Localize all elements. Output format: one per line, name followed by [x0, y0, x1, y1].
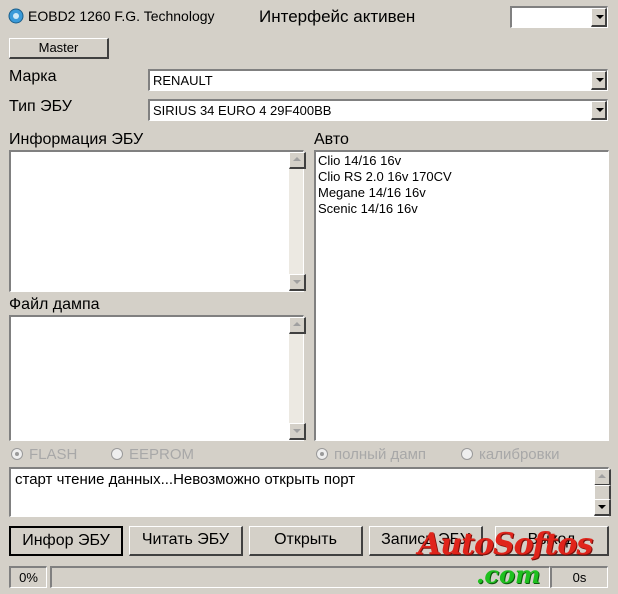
ecu-type-select[interactable]: SIRIUS 34 EURO 4 29F400BB — [148, 99, 608, 121]
list-item[interactable]: Megane 14/16 16v — [316, 185, 608, 201]
ecu-info-scrollbar[interactable] — [289, 152, 306, 291]
master-button[interactable]: Master — [9, 38, 109, 59]
interface-status: Интерфейс активен — [259, 7, 416, 26]
make-select[interactable]: RENAULT — [148, 69, 608, 91]
full-dump-radio[interactable]: полный дамп — [316, 446, 426, 463]
progress-bar — [50, 566, 550, 588]
ecu-type-label: Тип ЭБУ — [9, 98, 72, 115]
auto-list[interactable]: Clio 14/16 16v Clio RS 2.0 16v 170CV Meg… — [314, 150, 609, 441]
dump-file-textarea[interactable] — [9, 315, 306, 441]
eeprom-radio[interactable]: EEPROM — [111, 446, 194, 463]
read-ecu-button[interactable]: Читать ЭБУ — [129, 526, 243, 556]
calibration-radio[interactable]: калибровки — [461, 446, 560, 463]
scroll-up-icon[interactable] — [289, 152, 306, 169]
port-select[interactable] — [510, 6, 608, 28]
watermark-logo: AutoSoftos — [418, 527, 593, 562]
scroll-up-icon[interactable] — [594, 469, 611, 486]
app-title: EOBD2 1260 F.G. Technology — [28, 8, 215, 24]
open-button[interactable]: Открыть — [249, 526, 363, 556]
log-text: старт чтение данных...Невозможно открыть… — [15, 471, 356, 488]
scroll-up-icon[interactable] — [289, 317, 306, 334]
elapsed-time: 0s — [550, 566, 608, 588]
dump-file-scrollbar[interactable] — [289, 317, 306, 440]
scroll-down-icon[interactable] — [594, 499, 611, 516]
dump-file-label: Файл дампа — [9, 296, 100, 313]
make-value: RENAULT — [153, 73, 213, 88]
make-label: Марка — [9, 68, 57, 85]
app-icon — [8, 8, 24, 24]
ecu-info-label: Информация ЭБУ — [9, 131, 144, 148]
ecu-info-button[interactable]: Инфор ЭБУ — [9, 526, 123, 556]
watermark-domain: .com — [476, 560, 541, 589]
radio-icon — [316, 448, 328, 460]
chevron-down-icon[interactable] — [591, 101, 607, 120]
progress-percent: 0% — [9, 566, 47, 588]
radio-icon — [111, 448, 123, 460]
auto-label: Авто — [314, 131, 349, 148]
scroll-down-icon[interactable] — [289, 423, 306, 440]
log-textarea[interactable]: старт чтение данных...Невозможно открыть… — [9, 467, 611, 517]
list-item[interactable]: Clio RS 2.0 16v 170CV — [316, 169, 608, 185]
log-scrollbar[interactable] — [594, 469, 611, 516]
list-item[interactable]: Clio 14/16 16v — [316, 153, 608, 169]
radio-icon — [11, 448, 23, 460]
ecu-info-textarea[interactable] — [9, 150, 306, 292]
chevron-down-icon[interactable] — [591, 71, 607, 90]
ecu-type-value: SIRIUS 34 EURO 4 29F400BB — [153, 103, 332, 118]
chevron-down-icon[interactable] — [591, 8, 607, 27]
radio-icon — [461, 448, 473, 460]
scroll-down-icon[interactable] — [289, 274, 306, 291]
flash-radio[interactable]: FLASH — [11, 446, 77, 463]
list-item[interactable]: Scenic 14/16 16v — [316, 201, 608, 217]
